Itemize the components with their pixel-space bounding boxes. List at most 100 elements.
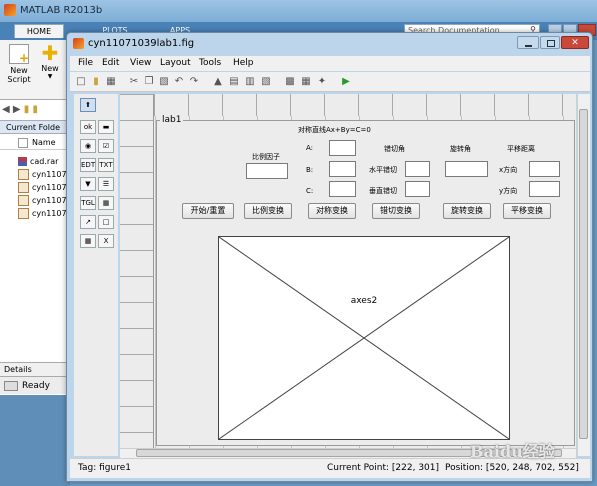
checkbox-tool-icon[interactable]: ☑ — [98, 139, 114, 153]
a-label[interactable]: A: — [306, 144, 313, 152]
toolbar-editor-icon[interactable]: ▧ — [260, 76, 272, 88]
start-reset-button[interactable]: 开始/重置 — [182, 203, 234, 219]
push-button-tool-icon[interactable]: ok — [80, 120, 96, 134]
menu-help[interactable]: Help — [233, 58, 254, 68]
redo-icon[interactable]: ↷ — [188, 76, 200, 88]
select-tool-icon[interactable]: ⬆ — [80, 98, 96, 112]
statusbar-grip-icon — [4, 380, 18, 391]
tab-home[interactable]: HOME — [14, 24, 64, 38]
new-label: New — [41, 64, 59, 73]
c-input[interactable] — [329, 181, 356, 197]
button-group-tool-icon[interactable]: ▦ — [80, 234, 96, 248]
name-column-label: Name — [32, 138, 56, 147]
scale-factor-input[interactable] — [246, 163, 288, 179]
position-readout: Position: [520, 248, 702, 552] — [445, 463, 579, 473]
details-panel-header[interactable]: Details — [0, 362, 70, 376]
symmetry-line-header[interactable]: 对称直线Ax+By=C=0 — [298, 125, 371, 135]
figure-logo-icon — [73, 38, 84, 49]
new-file-icon[interactable]: □ — [75, 76, 87, 88]
folder-up-icon[interactable]: ▮ — [24, 104, 30, 115]
vertical-shear-label[interactable]: 垂直错切 — [369, 186, 397, 196]
y-direction-input[interactable] — [529, 181, 560, 197]
a-input[interactable] — [329, 140, 356, 156]
menu-file[interactable]: File — [78, 58, 93, 68]
axes-tool-icon[interactable]: ↗ — [80, 215, 96, 229]
new-button[interactable]: ✚ New ▼ — [36, 43, 64, 80]
close-icon: ✕ — [571, 38, 579, 48]
desktop-statusbar: Ready — [0, 376, 70, 394]
minimize-button[interactable] — [517, 36, 539, 49]
undo-icon[interactable]: ↶ — [173, 76, 185, 88]
baidu-watermark: Baidu经验 — [470, 442, 555, 461]
property-inspector-icon[interactable]: ▦ — [300, 76, 312, 88]
c-label[interactable]: C: — [306, 187, 313, 195]
paste-icon[interactable]: ▧ — [158, 76, 170, 88]
b-input[interactable] — [329, 161, 356, 177]
file-item[interactable]: cyn1107 — [18, 168, 67, 181]
new-script-button[interactable]: New Script — [5, 44, 33, 84]
name-column-header[interactable]: Name — [0, 136, 70, 150]
axes2-placeholder[interactable] — [218, 236, 510, 440]
menu-view[interactable]: View — [130, 58, 151, 68]
tab-order-editor-icon[interactable]: ▥ — [244, 76, 256, 88]
desktop-status-text: Ready — [22, 381, 50, 391]
file-item[interactable]: cyn1107 — [18, 194, 67, 207]
file-item[interactable]: cad.rar — [18, 155, 58, 168]
horizontal-shear-input[interactable] — [405, 161, 430, 177]
file-item[interactable]: cyn1107 — [18, 207, 67, 220]
close-button[interactable]: ✕ — [561, 36, 589, 49]
shear-angle-label[interactable]: 错切角 — [384, 144, 405, 154]
static-text-tool-icon[interactable]: TXT — [98, 158, 114, 172]
horizontal-shear-label[interactable]: 水平错切 — [369, 165, 397, 175]
back-arrow-icon[interactable]: ◀ — [2, 104, 10, 115]
vertical-shear-input[interactable] — [405, 181, 430, 197]
maximize-button[interactable] — [540, 36, 560, 49]
vertical-scroll-thumb[interactable] — [579, 109, 588, 439]
align-objects-icon[interactable]: ▲ — [212, 76, 224, 88]
browse-folder-icon[interactable]: ▮ — [32, 104, 38, 115]
shear-transform-button[interactable]: 错切变换 — [372, 203, 420, 219]
menu-layout[interactable]: Layout — [160, 58, 191, 68]
radio-button-tool-icon[interactable]: ◉ — [80, 139, 96, 153]
table-tool-icon[interactable]: ▦ — [98, 196, 114, 210]
editor-icon[interactable]: ▩ — [284, 76, 296, 88]
y-direction-label[interactable]: y方向 — [499, 186, 517, 196]
rotate-transform-button[interactable]: 旋转变换 — [443, 203, 491, 219]
listbox-tool-icon[interactable]: ☰ — [98, 177, 114, 191]
copy-icon[interactable]: ❐ — [143, 76, 155, 88]
popup-menu-tool-icon[interactable]: ▼ — [80, 177, 96, 191]
scale-factor-label[interactable]: 比例因子 — [252, 152, 280, 162]
current-point-readout: Current Point: [222, 301] — [327, 463, 440, 473]
slider-tool-icon[interactable]: ▬ — [98, 120, 114, 134]
file-item[interactable]: cyn1107 — [18, 181, 67, 194]
open-folder-icon[interactable]: ▮ — [90, 76, 102, 88]
x-direction-label[interactable]: x方向 — [499, 165, 517, 175]
toggle-button-tool-icon[interactable]: TGL — [80, 196, 96, 210]
tag-readout: Tag: figure1 — [78, 463, 131, 473]
select-all-checkbox[interactable] — [18, 137, 28, 148]
axes-cross-lines — [219, 237, 509, 439]
m-file-icon — [18, 208, 29, 219]
symmetry-transform-button[interactable]: 对称变换 — [308, 203, 356, 219]
m-file-icon — [18, 195, 29, 206]
rotation-angle-input[interactable] — [445, 161, 488, 177]
panel-title: lab1 — [160, 115, 184, 125]
file-name: cyn1107 — [32, 183, 67, 192]
edit-text-tool-icon[interactable]: EDT — [80, 158, 96, 172]
menu-edit[interactable]: Edit — [102, 58, 119, 68]
run-figure-icon[interactable]: ▶ — [340, 76, 352, 88]
rotation-angle-label[interactable]: 旋转角 — [450, 144, 471, 154]
cut-icon[interactable]: ✂ — [128, 76, 140, 88]
b-label[interactable]: B: — [306, 166, 313, 174]
forward-arrow-icon[interactable]: ▶ — [13, 104, 21, 115]
menu-editor-icon[interactable]: ▤ — [228, 76, 240, 88]
panel-tool-icon[interactable]: □ — [98, 215, 114, 229]
object-browser-icon[interactable]: ✦ — [316, 76, 328, 88]
save-icon[interactable]: ▦ — [105, 76, 117, 88]
scale-transform-button[interactable]: 比例变换 — [244, 203, 292, 219]
translation-label[interactable]: 平移距离 — [507, 144, 535, 154]
activex-tool-icon[interactable]: X — [98, 234, 114, 248]
translate-transform-button[interactable]: 平移变换 — [503, 203, 551, 219]
menu-tools[interactable]: Tools — [199, 58, 221, 68]
x-direction-input[interactable] — [529, 161, 560, 177]
